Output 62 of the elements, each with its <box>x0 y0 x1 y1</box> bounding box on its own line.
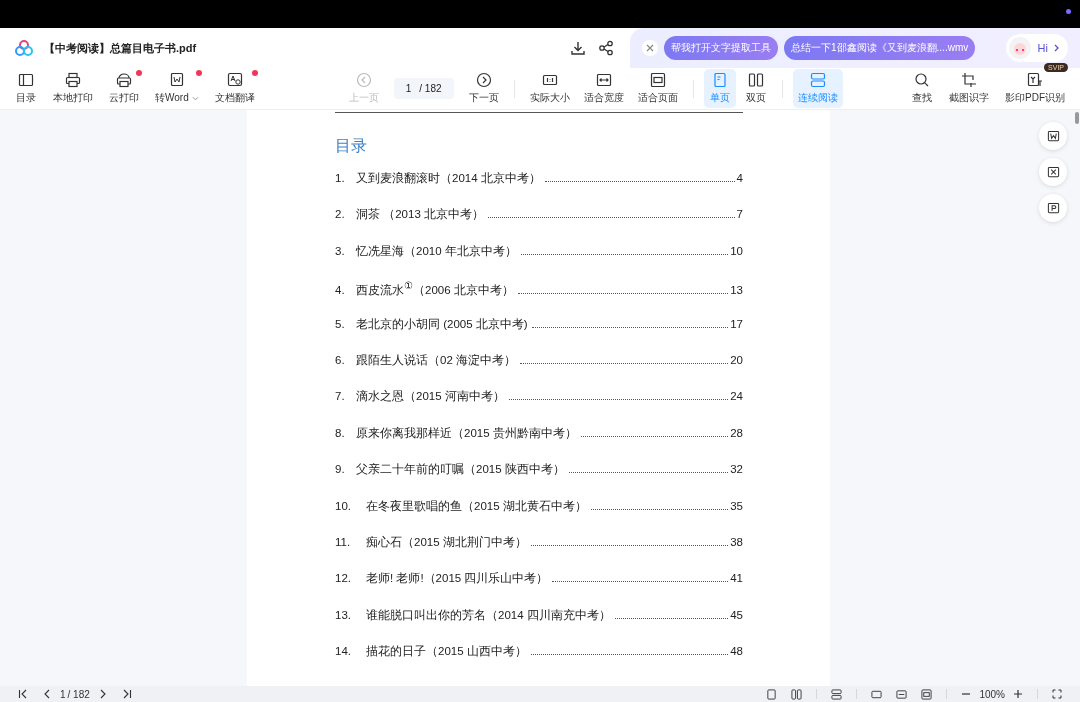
toolbar-button[interactable]: 转Word <box>150 69 204 108</box>
entry-title: 谁能脱口叫出你的芳名（2014 四川南充中考） <box>366 607 611 623</box>
entry-page-number: 35 <box>730 499 743 512</box>
entry-number: 6. <box>335 353 346 366</box>
toolbar-button[interactable]: 截图识字 <box>944 69 994 108</box>
entry-page-number: 20 <box>730 353 743 366</box>
page-total: / 182 <box>67 688 90 700</box>
view-mode-button[interactable]: 双页 <box>739 69 772 108</box>
entry-title: 痴心石（2015 湖北荆门中考） <box>366 534 527 550</box>
toolbar-button[interactable]: 影印PDF识别 <box>1000 69 1070 108</box>
entry-title: 跟陌生人说话（02 海淀中考） <box>356 352 516 368</box>
entry-number: 4. <box>335 284 346 296</box>
entry-page-number: 32 <box>730 463 743 476</box>
entry-number: 12. <box>335 572 352 585</box>
entry-title: 原来你离我那样近（2015 贵州黔南中考） <box>356 425 577 441</box>
entry-page-number: 4 <box>736 172 743 184</box>
view-mode-button[interactable]: 实际大小 <box>524 69 575 108</box>
entry-page-number: 17 <box>730 317 743 330</box>
entry-title: 滴水之恩（2015 河南中考） <box>356 389 505 405</box>
page-number-field[interactable]: 1 / 182 <box>393 78 454 99</box>
view-mode-button[interactable]: 适合宽度 <box>578 69 629 108</box>
entry-title: 又到麦浪翻滚时（2014 北京中考） <box>356 171 541 186</box>
window-title: 【中考阅读】总篇目电子书.pdf <box>44 40 197 56</box>
entry-page-number: 13 <box>730 284 743 296</box>
entry-number: 9. <box>335 463 346 476</box>
entry-title: 西皮流水$^{①}$（2006 北京中考） <box>356 280 514 298</box>
entry-page-number: 28 <box>730 426 743 439</box>
entry-number: 11. <box>335 535 352 548</box>
assistant-button[interactable]: Hi <box>1005 34 1068 62</box>
entry-title: 忆冼星海（2010 年北京中考） <box>356 243 517 259</box>
entry-number: 5. <box>335 317 346 330</box>
entry-page-number: 10 <box>730 244 743 257</box>
entry-page-number: 45 <box>730 608 743 621</box>
entry-number: 13. <box>335 608 352 621</box>
view-mode-button[interactable]: 适合页面 <box>632 69 683 108</box>
entry-title: 洞茶 （2013 北京中考） <box>356 207 484 223</box>
entry-title: 老师! 老师!（2015 四川乐山中考） <box>366 571 549 587</box>
toolbar-button[interactable]: 查找 <box>906 69 938 108</box>
zoom-level: 100% <box>979 688 1005 700</box>
entry-number: 7. <box>335 390 346 403</box>
entry-number: 10. <box>335 499 352 512</box>
entry-page-number: 24 <box>730 390 743 403</box>
next-page-button[interactable]: 下一页 <box>463 69 504 108</box>
entry-page-number: 41 <box>730 572 743 585</box>
toolbar-button[interactable]: 文档翻译 <box>209 69 260 108</box>
entry-page-number: 7 <box>736 208 743 221</box>
entry-title: 描花的日子（2015 山西中考） <box>366 644 527 660</box>
page-number: 1 <box>60 688 66 700</box>
entry-number: 14. <box>335 645 352 658</box>
entry-title: 在冬夜里歌唱的鱼（2015 湖北黄石中考） <box>366 498 587 514</box>
entry-title: 老北京的小胡同 (2005 北京中考) <box>356 316 528 332</box>
entry-page-number: 48 <box>730 645 743 658</box>
toc-heading: 目录 <box>335 136 368 156</box>
entry-number: 1. <box>335 172 346 184</box>
entry-title: 父亲二十年前的叮嘱（2015 陕西中考） <box>356 462 565 478</box>
toolbar-button[interactable]: 云打印 <box>104 69 144 108</box>
entry-number: 8. <box>335 426 346 439</box>
entry-number: 3. <box>335 244 346 257</box>
toolbar-button[interactable]: 目录 <box>10 69 42 108</box>
entry-page-number: 38 <box>730 535 743 548</box>
toolbar-button[interactable]: 本地打印 <box>48 69 98 108</box>
entry-number: 2. <box>335 208 346 221</box>
